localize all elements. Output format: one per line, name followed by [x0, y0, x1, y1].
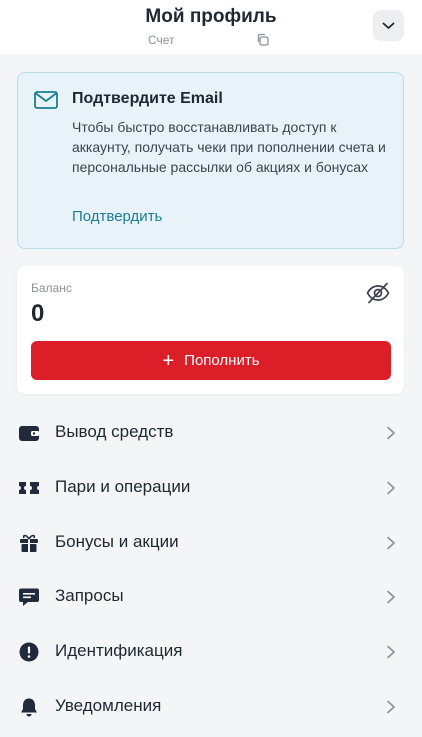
chevron-right-icon: [387, 700, 395, 714]
balance-value: 0: [31, 300, 45, 327]
mail-icon: [34, 91, 58, 109]
menu-label: Идентификация: [55, 641, 183, 660]
email-card-title: Подтвердите Email: [72, 90, 223, 107]
chevron-down-icon: [382, 22, 395, 29]
confirm-email-link[interactable]: Подтвердить: [72, 208, 162, 225]
chevron-right-icon: [387, 536, 395, 550]
balance-label: Баланс: [31, 281, 72, 295]
menu-label: Запросы: [55, 586, 124, 605]
menu-label: Вывод средств: [55, 422, 174, 441]
chevron-right-icon: [387, 481, 395, 495]
menu-item-requests[interactable]: Запросы: [0, 573, 422, 621]
menu-label: Бонусы и акции: [55, 532, 179, 551]
chevron-right-icon: [387, 645, 395, 659]
menu-item-identification[interactable]: Идентификация: [0, 628, 422, 676]
message-icon: [19, 588, 39, 606]
alert-icon: [19, 642, 39, 662]
collapse-button[interactable]: [373, 10, 404, 41]
menu-item-notifications[interactable]: Уведомления: [0, 683, 422, 731]
menu-item-withdraw[interactable]: Вывод средств: [0, 409, 422, 457]
account-label: Счет: [148, 33, 175, 47]
topup-label: Пополнить: [184, 352, 260, 369]
topup-button[interactable]: + Пополнить: [31, 341, 391, 380]
email-card-text: Чтобы быстро восстанавливать доступ к ак…: [72, 119, 386, 175]
menu-label: Уведомления: [55, 696, 162, 715]
header: Мой профиль Счет: [0, 0, 422, 54]
chevron-right-icon: [387, 426, 395, 440]
balance-card: Баланс 0 + Пополнить: [17, 266, 404, 394]
email-confirm-card: Подтвердите Email Чтобы быстро восстанав…: [17, 72, 404, 249]
plus-icon: +: [162, 349, 175, 372]
ticket-icon: [19, 482, 39, 494]
menu-item-bets[interactable]: Пари и операции: [0, 464, 422, 512]
page-title: Мой профиль: [145, 6, 277, 27]
eye-off-icon[interactable]: [366, 282, 390, 304]
gift-icon: [20, 534, 38, 552]
menu-item-bonuses[interactable]: Бонусы и акции: [0, 519, 422, 567]
chevron-right-icon: [387, 590, 395, 604]
copy-icon[interactable]: [256, 33, 269, 46]
bell-icon: [21, 698, 37, 717]
wallet-icon: [19, 426, 39, 441]
menu-label: Пари и операции: [55, 477, 191, 496]
